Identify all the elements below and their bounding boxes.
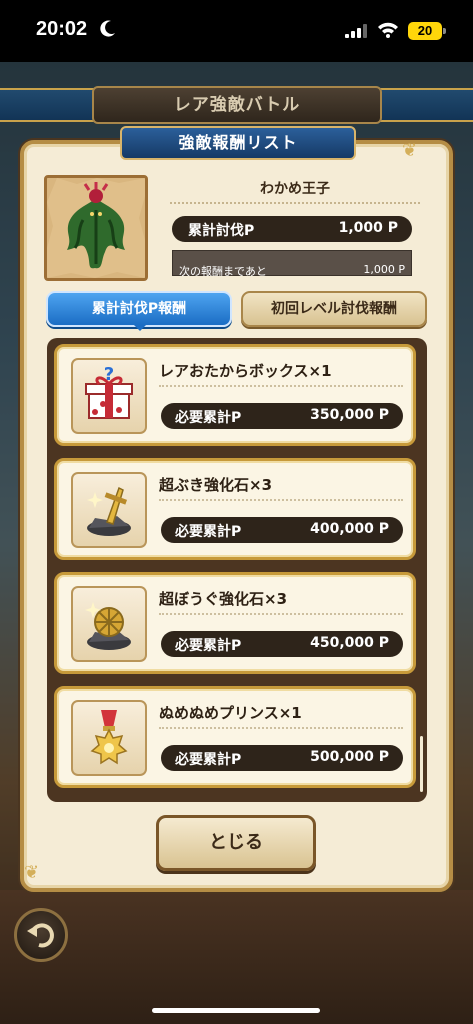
reward-requirement: 必要累計P 500,000 P [161,745,403,771]
reward-requirement: 必要累計P 400,000 P [161,517,403,543]
tab-first-level-rewards[interactable]: 初回レベル討伐報酬 [241,291,427,327]
reward-list[interactable]: ? レアおたからボックス×1 必要累計P 350,000 P 超ぶき強化石×3 … [47,338,427,802]
corner-flourish-icon: ❦ [402,140,418,161]
screen-title: レア強敵バトル [92,86,382,124]
requirement-label: 必要累計P [175,752,242,768]
monster-name: わかめ王子 [260,181,330,197]
divider [159,727,403,729]
medal-icon [71,700,147,776]
home-indicator[interactable] [152,1008,320,1013]
moon-icon [100,20,115,37]
wifi-icon [378,22,398,38]
status-bar: 20:02 20 [0,0,473,62]
reward-item: ぬめぬめプリンス×1 必要累計P 500,000 P [54,686,416,788]
requirement-value: 400,000 P [310,521,389,537]
total-points-value: 1,000 P [338,220,398,236]
armor-stone-icon [71,586,147,662]
requirement-value: 450,000 P [310,635,389,651]
back-button[interactable] [14,908,68,962]
background-floor [0,890,473,1024]
active-tab-pointer [134,325,146,331]
reward-list-scrollbar[interactable] [420,736,423,792]
divider [159,613,403,615]
close-button[interactable]: とじる [156,815,316,871]
requirement-label: 必要累計P [175,410,242,426]
reward-requirement: 必要累計P 350,000 P [161,403,403,429]
next-reward-value: 1,000 P [363,263,405,276]
monster-portrait [44,175,148,281]
total-points-label: 累計討伐P [188,223,255,239]
reward-name: 超ぼうぐ強化石×3 [159,590,288,608]
status-time: 20:02 [36,18,88,40]
reward-name: 超ぶき強化石×3 [159,476,273,494]
seaweed-monster-icon [47,178,145,278]
tab-cumulative-points-rewards[interactable]: 累計討伐P報酬 [46,291,232,327]
reward-item: ? レアおたからボックス×1 必要累計P 350,000 P [54,344,416,446]
total-points-bar: 累計討伐P 1,000 P [172,216,412,242]
next-reward-label: 次の報酬まであと [179,265,267,278]
reward-requirement: 必要累計P 450,000 P [161,631,403,657]
signal-icon [345,24,367,38]
gift-box-icon: ? [71,358,147,434]
svg-text:?: ? [104,364,114,385]
reward-item: 超ぼうぐ強化石×3 必要累計P 450,000 P [54,572,416,674]
requirement-value: 500,000 P [310,749,389,765]
battery-icon: 20 [408,22,442,40]
requirement-label: 必要累計P [175,524,242,540]
next-reward-progress: 次の報酬まであと 1,000 P [172,250,412,278]
reward-name: ぬめぬめプリンス×1 [159,704,302,722]
divider [159,499,403,501]
battery-cap [443,28,446,34]
back-arrow-icon [27,923,54,948]
panel-title: 強敵報酬リスト [120,126,356,160]
corner-flourish-icon: ❦ [24,862,40,883]
divider [159,385,403,387]
requirement-label: 必要累計P [175,638,242,654]
divider [170,202,420,204]
reward-name: レアおたからボックス×1 [159,362,332,380]
weapon-stone-icon [71,472,147,548]
requirement-value: 350,000 P [310,407,389,423]
reward-item: 超ぶき強化石×3 必要累計P 400,000 P [54,458,416,560]
